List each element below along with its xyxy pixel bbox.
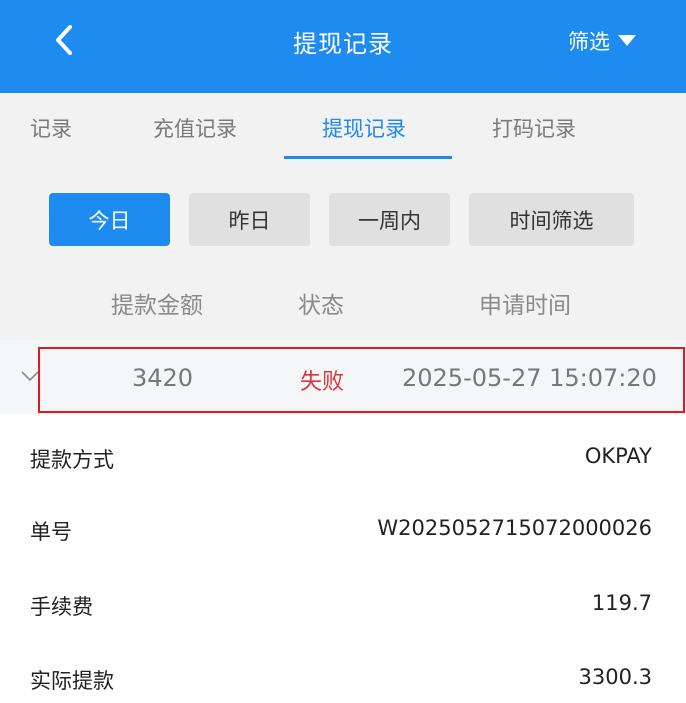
record-amount: 3420 [132, 364, 194, 392]
tab-betting-records[interactable]: 打码记录 [492, 113, 576, 143]
table-row[interactable]: 3420 失败 2025-05-27 15:07:20 [0, 340, 686, 414]
detail-withdraw-method: 提款方式 OKPAY [0, 438, 686, 478]
detail-actual-withdrawal: 实际提款 3300.3 [0, 659, 686, 699]
tab-recharge-records[interactable]: 充值记录 [153, 113, 237, 143]
tab-bar: 记录 充值记录 提现记录 打码记录 [0, 93, 686, 165]
date-filter-group: 今日 昨日 一周内 时间筛选 [0, 193, 686, 247]
filter-custom-time-button[interactable]: 时间筛选 [469, 193, 634, 246]
header-bar: 提现记录 筛选 [0, 0, 686, 93]
tab-records[interactable]: 记录 [30, 113, 72, 143]
detail-label: 实际提款 [30, 669, 114, 693]
detail-value: 119.7 [591, 591, 652, 615]
column-header-status: 状态 [298, 293, 344, 319]
column-header-time: 申请时间 [479, 293, 571, 319]
filter-label: 筛选 [568, 30, 610, 54]
column-header-amount: 提款金额 [111, 293, 203, 319]
filter-yesterday-button[interactable]: 昨日 [189, 193, 310, 246]
tab-withdraw-records[interactable]: 提现记录 [322, 113, 406, 143]
filter-button[interactable]: 筛选 [568, 26, 636, 56]
active-tab-indicator [284, 156, 452, 159]
filter-today-button[interactable]: 今日 [49, 193, 170, 246]
detail-label: 手续费 [30, 595, 93, 619]
detail-fee: 手续费 119.7 [0, 585, 686, 625]
table-header: 提款金额 状态 申请时间 [0, 278, 686, 322]
detail-order-number: 单号 W2025052715072000026 [0, 510, 686, 550]
filter-week-button[interactable]: 一周内 [329, 193, 450, 246]
detail-value: 3300.3 [578, 665, 652, 689]
status-badge: 失败 [300, 370, 345, 395]
chevron-down-icon[interactable] [20, 370, 40, 382]
detail-label: 单号 [30, 520, 72, 544]
app-root: 提现记录 筛选 记录 充值记录 提现记录 打码记录 今日 昨日 一周内 时间筛选… [0, 0, 686, 703]
detail-value: OKPAY [584, 444, 652, 468]
detail-label: 提款方式 [30, 448, 114, 472]
record-time: 2025-05-27 15:07:20 [402, 364, 657, 392]
detail-value: W2025052715072000026 [377, 516, 652, 540]
record-details: 提款方式 OKPAY 单号 W2025052715072000026 手续费 1… [0, 414, 686, 703]
caret-down-icon [618, 35, 636, 47]
